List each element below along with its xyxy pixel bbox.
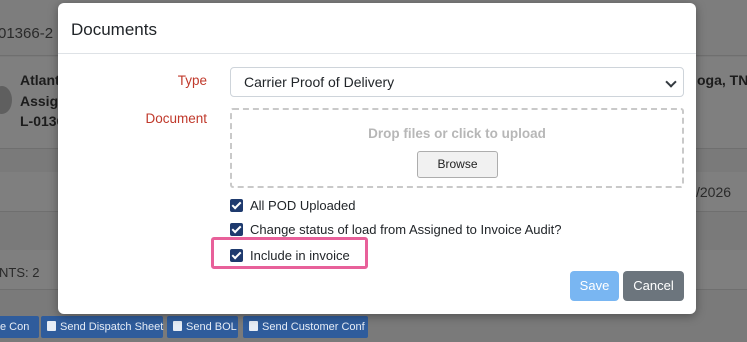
change-status-row: Change status of load from Assigned to I… bbox=[230, 220, 561, 238]
save-button[interactable]: Save bbox=[570, 271, 619, 301]
truck-icon bbox=[47, 321, 56, 331]
dropzone-text: Drop files or click to upload bbox=[368, 126, 546, 141]
cancel-button[interactable]: Cancel bbox=[623, 271, 684, 301]
send-con-button[interactable]: e Con bbox=[0, 316, 39, 338]
counts-text: NTS: 2 bbox=[0, 265, 40, 280]
send-con-label: e Con bbox=[0, 321, 30, 333]
type-select[interactable]: Carrier Proof of Delivery bbox=[230, 67, 684, 97]
date-value: /2026 bbox=[696, 184, 732, 200]
file-dropzone[interactable]: Drop files or click to upload Browse bbox=[230, 108, 684, 188]
document-label: Document bbox=[145, 111, 207, 126]
all-pod-uploaded-checkbox[interactable] bbox=[230, 198, 243, 212]
type-label: Type bbox=[177, 73, 207, 88]
send-customer-conf-label: Send Customer Conf bbox=[262, 321, 365, 333]
modal-header: Documents bbox=[58, 3, 696, 54]
send-bol-label: Send BOL bbox=[186, 321, 237, 333]
file-icon bbox=[173, 321, 182, 331]
chevron-down-icon bbox=[665, 76, 677, 88]
highlight-box bbox=[211, 237, 368, 269]
load-id: 01366-2 bbox=[0, 25, 54, 42]
carrier-name: Atlant bbox=[20, 72, 60, 88]
change-status-checkbox[interactable] bbox=[230, 222, 243, 236]
all-pod-uploaded-row: All POD Uploaded bbox=[230, 196, 356, 214]
browse-button[interactable]: Browse bbox=[417, 151, 498, 178]
send-customer-conf-button[interactable]: Send Customer Conf bbox=[243, 316, 368, 338]
send-dispatch-sheet-button[interactable]: Send Dispatch Sheet bbox=[41, 316, 163, 338]
change-status-label: Change status of load from Assigned to I… bbox=[250, 221, 562, 237]
destination: oga, TN bbox=[697, 72, 747, 88]
send-dispatch-sheet-label: Send Dispatch Sheet bbox=[60, 321, 164, 333]
type-select-value: Carrier Proof of Delivery bbox=[244, 74, 395, 90]
all-pod-uploaded-label: All POD Uploaded bbox=[250, 197, 356, 213]
documents-modal: Documents Type Carrier Proof of Delivery… bbox=[58, 3, 696, 314]
user-gear-icon bbox=[249, 321, 258, 331]
send-bol-button[interactable]: Send BOL bbox=[167, 316, 238, 338]
carrier-status: Assig bbox=[20, 93, 59, 109]
action-button-row: e Con Send Dispatch Sheet Send BOL Send … bbox=[0, 316, 747, 338]
modal-title: Documents bbox=[71, 20, 157, 39]
